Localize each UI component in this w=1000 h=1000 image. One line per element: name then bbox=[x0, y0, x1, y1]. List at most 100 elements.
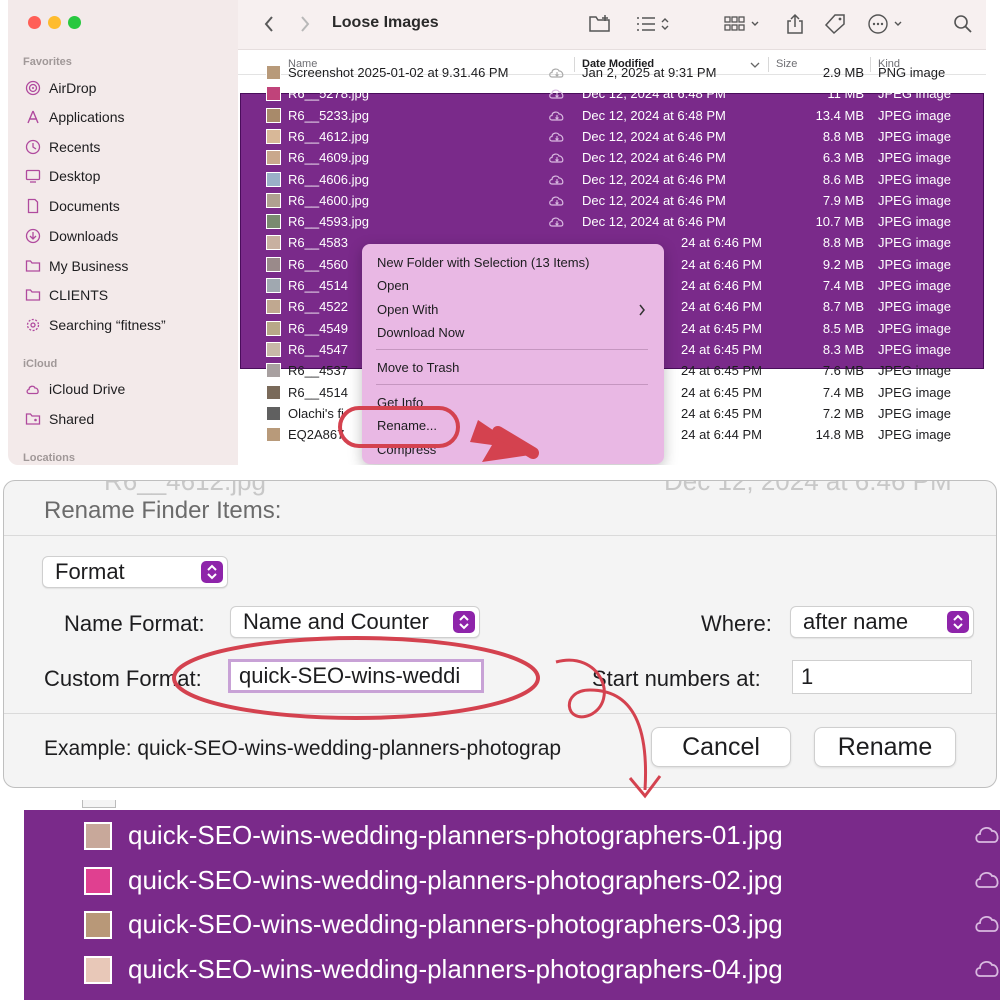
file-row[interactable]: R6__4606.jpg Dec 12, 2024 at 6:46 PM 8.6 M… bbox=[238, 169, 986, 190]
file-thumbnail bbox=[266, 278, 281, 293]
cloud-download-icon[interactable] bbox=[548, 109, 566, 123]
cancel-button[interactable]: Cancel bbox=[651, 727, 791, 767]
file-row[interactable]: R6__4612.jpg Dec 12, 2024 at 6:46 PM 8.8 M… bbox=[238, 126, 986, 147]
file-name: R6__4606.jpg bbox=[288, 171, 369, 187]
file-row[interactable]: R6__4609.jpg Dec 12, 2024 at 6:46 PM 6.3 M… bbox=[238, 147, 986, 168]
cloud-download-icon[interactable] bbox=[548, 215, 566, 229]
sidebar-item-shared[interactable]: Shared bbox=[25, 407, 94, 431]
sidebar-item-documents[interactable]: Documents bbox=[25, 194, 120, 218]
menu-item-rename[interactable]: Rename... bbox=[377, 418, 437, 433]
cloud-download-icon[interactable] bbox=[548, 194, 566, 208]
chevron-right-icon bbox=[639, 304, 645, 316]
forward-button[interactable] bbox=[296, 12, 314, 36]
ellipsis-icon bbox=[868, 14, 902, 34]
sidebar-item-my-business[interactable]: My Business bbox=[25, 254, 128, 278]
menu-item-download-now[interactable]: Download Now bbox=[377, 325, 464, 340]
back-button[interactable] bbox=[260, 12, 278, 36]
file-thumbnail bbox=[266, 128, 281, 144]
file-size: 2.9 MB bbox=[822, 65, 864, 80]
file-row[interactable]: R6__4600.jpg Dec 12, 2024 at 6:46 PM 7.9 M… bbox=[238, 190, 986, 211]
name-format-popup[interactable]: Name and Counter bbox=[230, 606, 480, 638]
file-row[interactable]: R6__5233.jpg Dec 12, 2024 at 6:48 PM 13.4 … bbox=[238, 105, 986, 126]
cloud-download-icon[interactable] bbox=[974, 911, 1000, 937]
cloud-download-icon[interactable] bbox=[548, 151, 566, 165]
list-view-button[interactable] bbox=[634, 12, 674, 36]
file-kind: JPEG image bbox=[878, 341, 951, 357]
new-folder-button[interactable] bbox=[586, 12, 614, 36]
minimize-window-button[interactable] bbox=[48, 16, 61, 29]
sidebar-item-clients[interactable]: CLIENTS bbox=[25, 283, 108, 307]
name-format-label: Name Format: bbox=[64, 611, 205, 636]
rename-button[interactable]: Rename bbox=[814, 727, 956, 767]
file-date: Dec 12, 2024 at 6:46 PM bbox=[582, 214, 726, 230]
sidebar-item-desktop[interactable]: Desktop bbox=[25, 164, 100, 188]
file-size: 7.6 MB bbox=[822, 363, 864, 379]
cloud-download-icon[interactable] bbox=[548, 87, 566, 101]
menu-item-open-with[interactable]: Open With bbox=[377, 302, 438, 317]
menu-item-get-info[interactable]: Get Info bbox=[377, 395, 423, 410]
file-row[interactable]: R6__5278.jpg Dec 12, 2024 at 6:48 PM 11 MB… bbox=[238, 83, 986, 104]
cloud-download-icon[interactable] bbox=[548, 130, 566, 144]
file-name: R6__4600.jpg bbox=[288, 192, 369, 208]
file-kind: JPEG image bbox=[878, 299, 951, 315]
start-numbers-input[interactable]: 1 bbox=[792, 660, 972, 694]
sidebar-item-label: Shared bbox=[49, 411, 95, 427]
file-size: 13.4 MB bbox=[815, 107, 864, 123]
file-size: 9.2 MB bbox=[822, 256, 864, 272]
updown-chevron-icon bbox=[947, 611, 969, 633]
renamed-file-row[interactable]: quick-SEO-wins-wedding-planners-photogra… bbox=[24, 814, 1000, 858]
renamed-file-name: quick-SEO-wins-wedding-planners-photogra… bbox=[128, 953, 783, 984]
file-size: 7.9 MB bbox=[822, 192, 864, 208]
sidebar-item-downloads[interactable]: Downloads bbox=[25, 224, 118, 248]
file-kind: JPEG image bbox=[878, 171, 951, 187]
custom-format-input[interactable]: quick-SEO-wins-weddi bbox=[228, 659, 484, 693]
sidebar-item-recents[interactable]: Recents bbox=[25, 135, 100, 159]
file-thumbnail bbox=[266, 171, 281, 187]
zoom-window-button[interactable] bbox=[68, 16, 81, 29]
sidebar-item-icloud-drive[interactable]: iCloud Drive bbox=[25, 377, 125, 401]
file-kind: JPEG image bbox=[878, 278, 951, 293]
menu-item-compress[interactable]: Compress bbox=[377, 442, 436, 457]
menu-item-move-to-trash[interactable]: Move to Trash bbox=[377, 360, 459, 375]
file-row[interactable]: R6__4593.jpg Dec 12, 2024 at 6:46 PM 10.7 … bbox=[238, 211, 986, 232]
renamed-file-row[interactable]: quick-SEO-wins-wedding-planners-photogra… bbox=[24, 948, 1000, 992]
cloud-download-icon[interactable] bbox=[974, 867, 1000, 893]
search-button[interactable] bbox=[952, 12, 974, 36]
sidebar-item-searching-fitness[interactable]: Searching “fitness” bbox=[25, 313, 166, 337]
sidebar-item-label: Searching “fitness” bbox=[49, 317, 166, 333]
group-button[interactable] bbox=[722, 12, 764, 36]
renamed-file-row[interactable]: quick-SEO-wins-wedding-planners-photogra… bbox=[24, 859, 1000, 903]
file-row[interactable]: Screenshot 2025-01-02 at 9.31.46 PM Jan 2… bbox=[238, 62, 986, 83]
file-kind: JPEG image bbox=[878, 214, 951, 230]
where-label: Where: bbox=[701, 611, 772, 636]
file-kind: JPEG image bbox=[878, 235, 951, 251]
sidebar-item-airdrop[interactable]: AirDrop bbox=[25, 76, 96, 100]
renamed-files-list: quick-SEO-wins-wedding-planners-photogra… bbox=[24, 800, 1000, 1000]
file-date: Dec 12, 2024 at 6:48 PM bbox=[582, 86, 726, 102]
more-actions-button[interactable] bbox=[866, 12, 908, 36]
list-view-icon bbox=[637, 17, 669, 31]
file-size: 6.3 MB bbox=[822, 150, 864, 166]
renamed-file-row[interactable]: quick-SEO-wins-wedding-planners-photogra… bbox=[24, 903, 1000, 947]
tag-button[interactable] bbox=[822, 12, 848, 36]
background-file-name: R6__4612.jpg bbox=[104, 480, 266, 496]
file-name: R6__5233.jpg bbox=[288, 107, 369, 123]
cloud-download-icon[interactable] bbox=[548, 173, 566, 187]
file-name: R6__4609.jpg bbox=[288, 150, 369, 166]
rename-mode-popup[interactable]: Format bbox=[42, 556, 228, 588]
menu-item-open[interactable]: Open bbox=[377, 278, 409, 293]
cloud-download-icon[interactable] bbox=[974, 956, 1000, 982]
file-size: 11 MB bbox=[827, 86, 864, 102]
where-popup[interactable]: after name bbox=[790, 606, 974, 638]
background-file-date: Dec 12, 2024 at 6:46 PM bbox=[664, 480, 952, 496]
finder-toolbar: Loose Images bbox=[238, 0, 986, 50]
cloud-download-icon[interactable] bbox=[974, 822, 1000, 848]
close-window-button[interactable] bbox=[28, 16, 41, 29]
menu-item-new-folder-with-selection[interactable]: New Folder with Selection (13 Items) bbox=[377, 255, 589, 270]
dialog-divider bbox=[4, 535, 996, 536]
sidebar-item-applications[interactable]: Applications bbox=[25, 105, 125, 129]
search-icon bbox=[954, 15, 972, 33]
file-thumbnail bbox=[266, 192, 281, 208]
cloud-download-icon[interactable] bbox=[548, 66, 566, 80]
share-button[interactable] bbox=[783, 12, 807, 36]
